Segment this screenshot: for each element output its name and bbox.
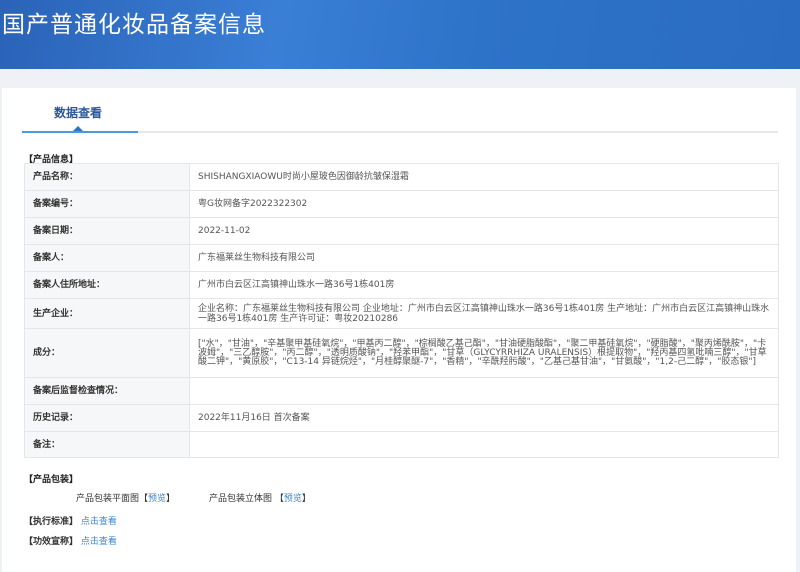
tab-data-view[interactable]: 数据查看 [54, 104, 102, 121]
packaging-flat-label: 产品包装平面图 [76, 494, 140, 504]
table-row: 成分： ["水"，"甘油"，"辛基聚甲基硅氧烷"，"甲基丙二醇"，"棕榈酸乙基己酯… [24, 328, 779, 378]
packaging-flat: 产品包装平面图【预览】 [76, 491, 175, 504]
row-value: 2022-11-02 [189, 217, 779, 245]
bracket: 】 [166, 494, 176, 504]
table-row: 历史记录： 2022年11月16日 首次备案 [24, 404, 779, 432]
row-value: 企业名称：广东福莱丝生物科技有限公司 企业地址：广州市白云区江高镇神山珠水一路3… [189, 298, 779, 329]
standard-label: 【执行标准】 [24, 517, 79, 527]
table-row: 备案日期： 2022-11-02 [24, 217, 779, 245]
row-label: 备案日期： [24, 217, 190, 245]
tab-underline [22, 126, 778, 133]
table-row: 备案编号： 粤G妆网备字2022322302 [24, 190, 779, 218]
row-label: 产品名称： [24, 163, 190, 191]
product-info-table: 产品名称： SHISHANGXIAOWU时尚小屋玻色因御龄抗皱保湿霜 备案编号：粤… [24, 163, 779, 458]
row-label: 备案人住所地址： [24, 271, 190, 299]
table-row: 备案人住所地址： 广州市白云区江高镇神山珠水一路36号1栋401房 [24, 271, 779, 299]
row-value: 广州市白云区江高镇神山珠水一路36号1栋401房 [189, 271, 779, 299]
row-value: 粤G妆网备字2022322302 [189, 190, 779, 218]
row-label: 成分： [24, 328, 190, 378]
row-label: 备案人： [24, 244, 190, 272]
packaging-stereo-label: 产品包装立体图 [209, 494, 273, 504]
row-label: 生产企业： [24, 298, 190, 329]
row-value: ["水"，"甘油"，"辛基聚甲基硅氧烷"，"甲基丙二醇"，"棕榈酸乙基己酯"，"… [189, 328, 779, 378]
table-row: 备案后监督检查情况： [24, 377, 779, 405]
efficacy-row: 【功效宣称】 点击查看 [24, 534, 117, 547]
row-value: 广东福莱丝生物科技有限公司 [189, 244, 779, 272]
efficacy-view-link[interactable]: 点击查看 [81, 537, 117, 547]
table-row: 产品名称： SHISHANGXIAOWU时尚小屋玻色因御龄抗皱保湿霜 [24, 163, 779, 191]
table-row: 备案人： 广东福莱丝生物科技有限公司 [24, 244, 779, 272]
row-label: 备案后监督检查情况： [24, 377, 190, 405]
page-header: 国产普通化妆品备案信息 [0, 0, 800, 69]
bracket: 】 [301, 494, 311, 504]
table-row: 备注： [24, 431, 779, 458]
preview-stereo-link[interactable]: 预览 [284, 494, 302, 504]
bracket: 【 [139, 494, 149, 504]
section-packaging: 【产品包装】 [24, 475, 79, 485]
efficacy-label: 【功效宣称】 [24, 537, 79, 547]
row-label: 备注： [24, 431, 190, 458]
table-row: 生产企业： 企业名称：广东福莱丝生物科技有限公司 企业地址：广州市白云区江高镇神山… [24, 298, 779, 329]
row-label: 备案编号： [24, 190, 190, 218]
standard-view-link[interactable]: 点击查看 [81, 517, 117, 527]
bracket: 【 [274, 494, 284, 504]
standard-row: 【执行标准】 点击查看 [24, 514, 117, 527]
preview-flat-link[interactable]: 预览 [148, 494, 166, 504]
row-value: SHISHANGXIAOWU时尚小屋玻色因御龄抗皱保湿霜 [189, 163, 779, 191]
packaging-stereo: 产品包装立体图 【预览】 [209, 491, 311, 504]
row-label: 历史记录： [24, 404, 190, 432]
row-value [189, 431, 779, 458]
page-title: 国产普通化妆品备案信息 [2, 12, 266, 38]
content-panel: 数据查看 【产品信息】 产品名称： SHISHANGXIAOWU时尚小屋玻色因御龄… [2, 88, 796, 572]
row-value: 2022年11月16日 首次备案 [189, 404, 779, 432]
row-value [189, 377, 779, 405]
